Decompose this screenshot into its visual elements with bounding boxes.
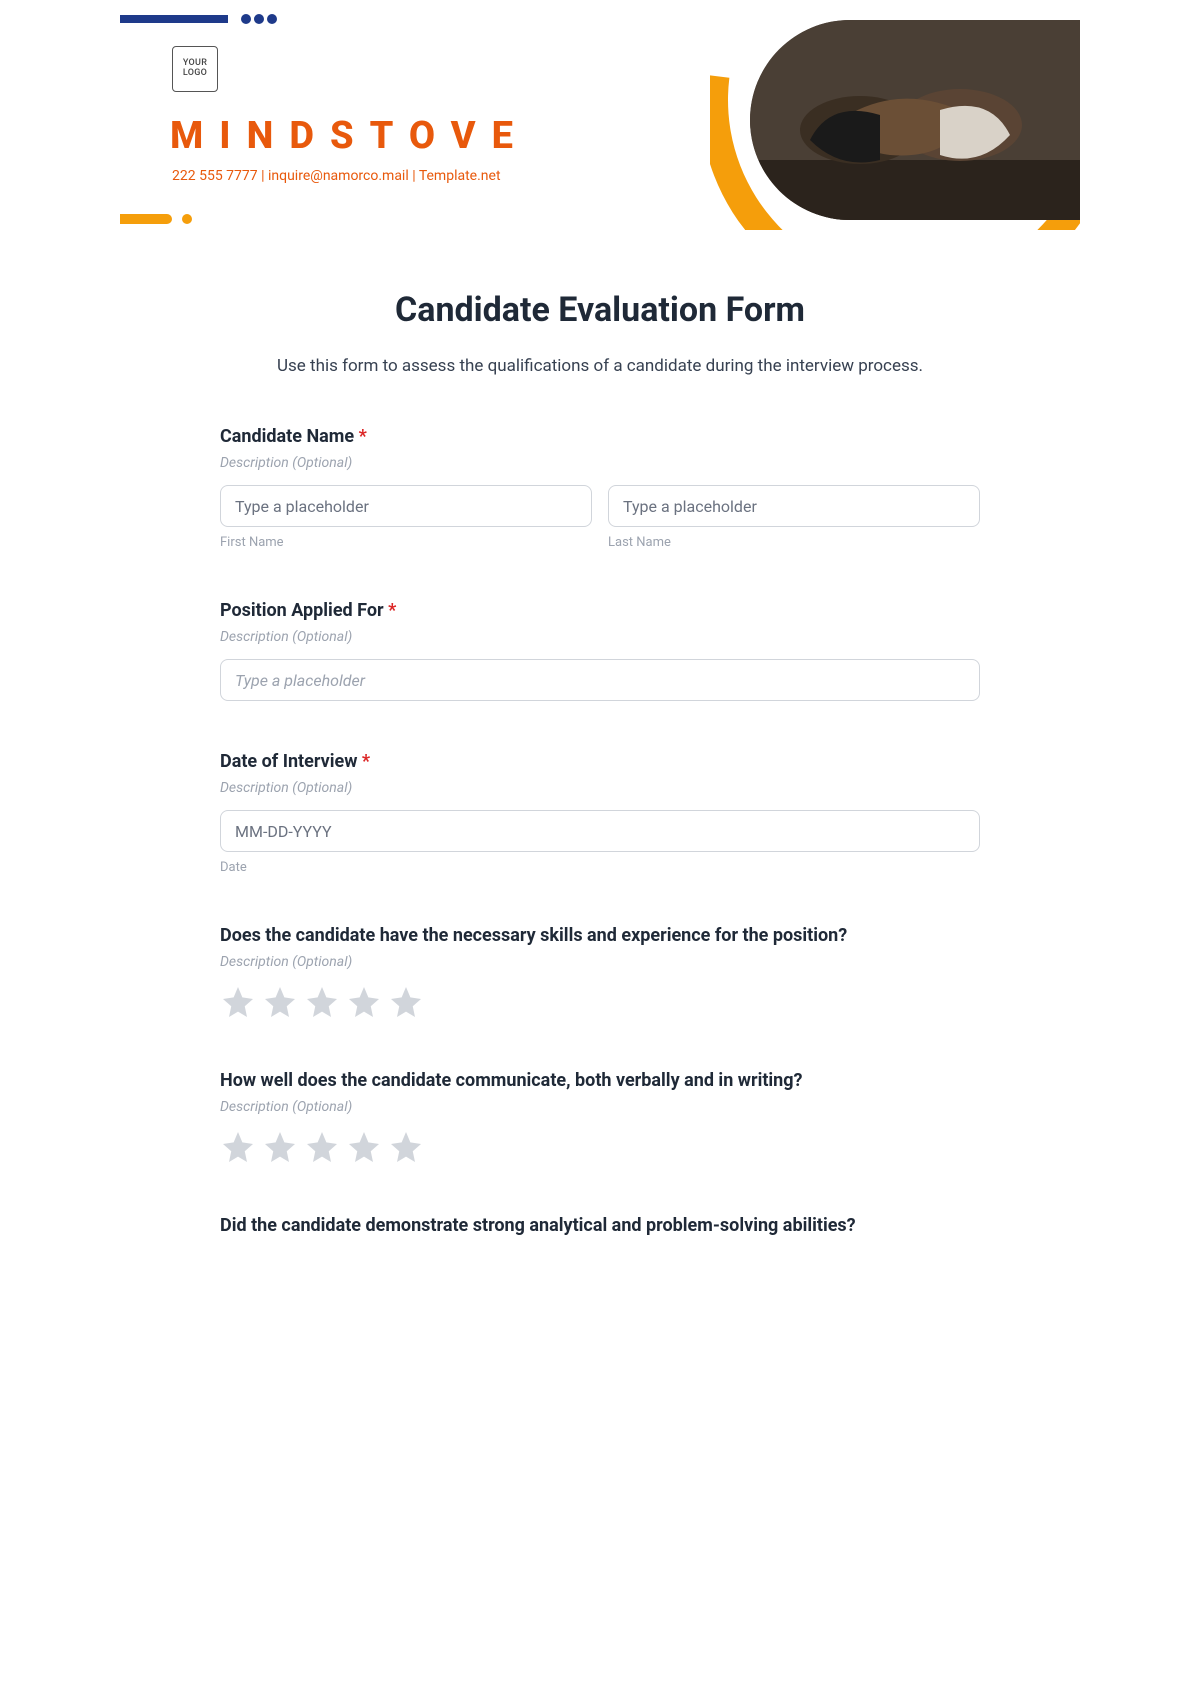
label-q1: Does the candidate have the necessary sk… xyxy=(220,925,980,946)
label-text: Date of Interview xyxy=(220,751,357,772)
star-rating-q1 xyxy=(220,984,980,1020)
star-icon[interactable] xyxy=(304,1129,340,1165)
form-area: Candidate Evaluation Form Use this form … xyxy=(120,240,1080,1284)
star-icon[interactable] xyxy=(220,1129,256,1165)
decorative-bar-blue xyxy=(120,15,228,23)
date-sublabel: Date xyxy=(220,860,980,875)
form-title: Candidate Evaluation Form xyxy=(220,290,980,330)
last-name-input[interactable] xyxy=(608,485,980,527)
field-description-optional: Description (Optional) xyxy=(220,780,980,796)
first-name-sublabel: First Name xyxy=(220,535,592,550)
label-q3: Did the candidate demonstrate strong ana… xyxy=(220,1215,980,1236)
label-text: Position Applied For xyxy=(220,600,384,621)
first-name-input[interactable] xyxy=(220,485,592,527)
field-q3: Did the candidate demonstrate strong ana… xyxy=(220,1215,980,1236)
last-name-sublabel: Last Name xyxy=(608,535,980,550)
field-description-optional: Description (Optional) xyxy=(220,455,980,471)
star-icon[interactable] xyxy=(304,984,340,1020)
star-icon[interactable] xyxy=(346,984,382,1020)
field-date: Date of Interview * Description (Optiona… xyxy=(220,751,980,875)
date-input[interactable] xyxy=(220,810,980,852)
position-input[interactable] xyxy=(220,659,980,701)
decorative-dots-blue xyxy=(238,9,277,28)
field-description-optional: Description (Optional) xyxy=(220,629,980,645)
field-description-optional: Description (Optional) xyxy=(220,954,980,970)
handshake-image xyxy=(750,20,1080,220)
decorative-bar-orange xyxy=(120,214,172,224)
required-asterisk: * xyxy=(388,600,396,621)
label-date: Date of Interview * xyxy=(220,751,980,772)
label-q2: How well does the candidate communicate,… xyxy=(220,1070,980,1091)
field-q2: How well does the candidate communicate,… xyxy=(220,1070,980,1165)
star-icon[interactable] xyxy=(388,1129,424,1165)
star-icon[interactable] xyxy=(262,1129,298,1165)
label-text: Candidate Name xyxy=(220,426,354,447)
logo-placeholder: YOUR LOGO xyxy=(172,46,218,92)
form-description: Use this form to assess the qualificatio… xyxy=(220,356,980,376)
decorative-dot-orange xyxy=(182,214,192,224)
label-candidate-name: Candidate Name * xyxy=(220,426,980,447)
field-q1: Does the candidate have the necessary sk… xyxy=(220,925,980,1020)
field-description-optional: Description (Optional) xyxy=(220,1099,980,1115)
star-rating-q2 xyxy=(220,1129,980,1165)
field-candidate-name: Candidate Name * Description (Optional) … xyxy=(220,426,980,550)
star-icon[interactable] xyxy=(388,984,424,1020)
label-position: Position Applied For * xyxy=(220,600,980,621)
required-asterisk: * xyxy=(362,751,370,772)
star-icon[interactable] xyxy=(346,1129,382,1165)
star-icon[interactable] xyxy=(262,984,298,1020)
document-page: YOUR LOGO MINDSTOVE 222 555 7777 | inqui… xyxy=(120,0,1080,1284)
required-asterisk: * xyxy=(359,426,367,447)
field-position: Position Applied For * Description (Opti… xyxy=(220,600,980,701)
star-icon[interactable] xyxy=(220,984,256,1020)
hero-image-container xyxy=(710,0,1080,230)
header: YOUR LOGO MINDSTOVE 222 555 7777 | inqui… xyxy=(120,0,1080,240)
